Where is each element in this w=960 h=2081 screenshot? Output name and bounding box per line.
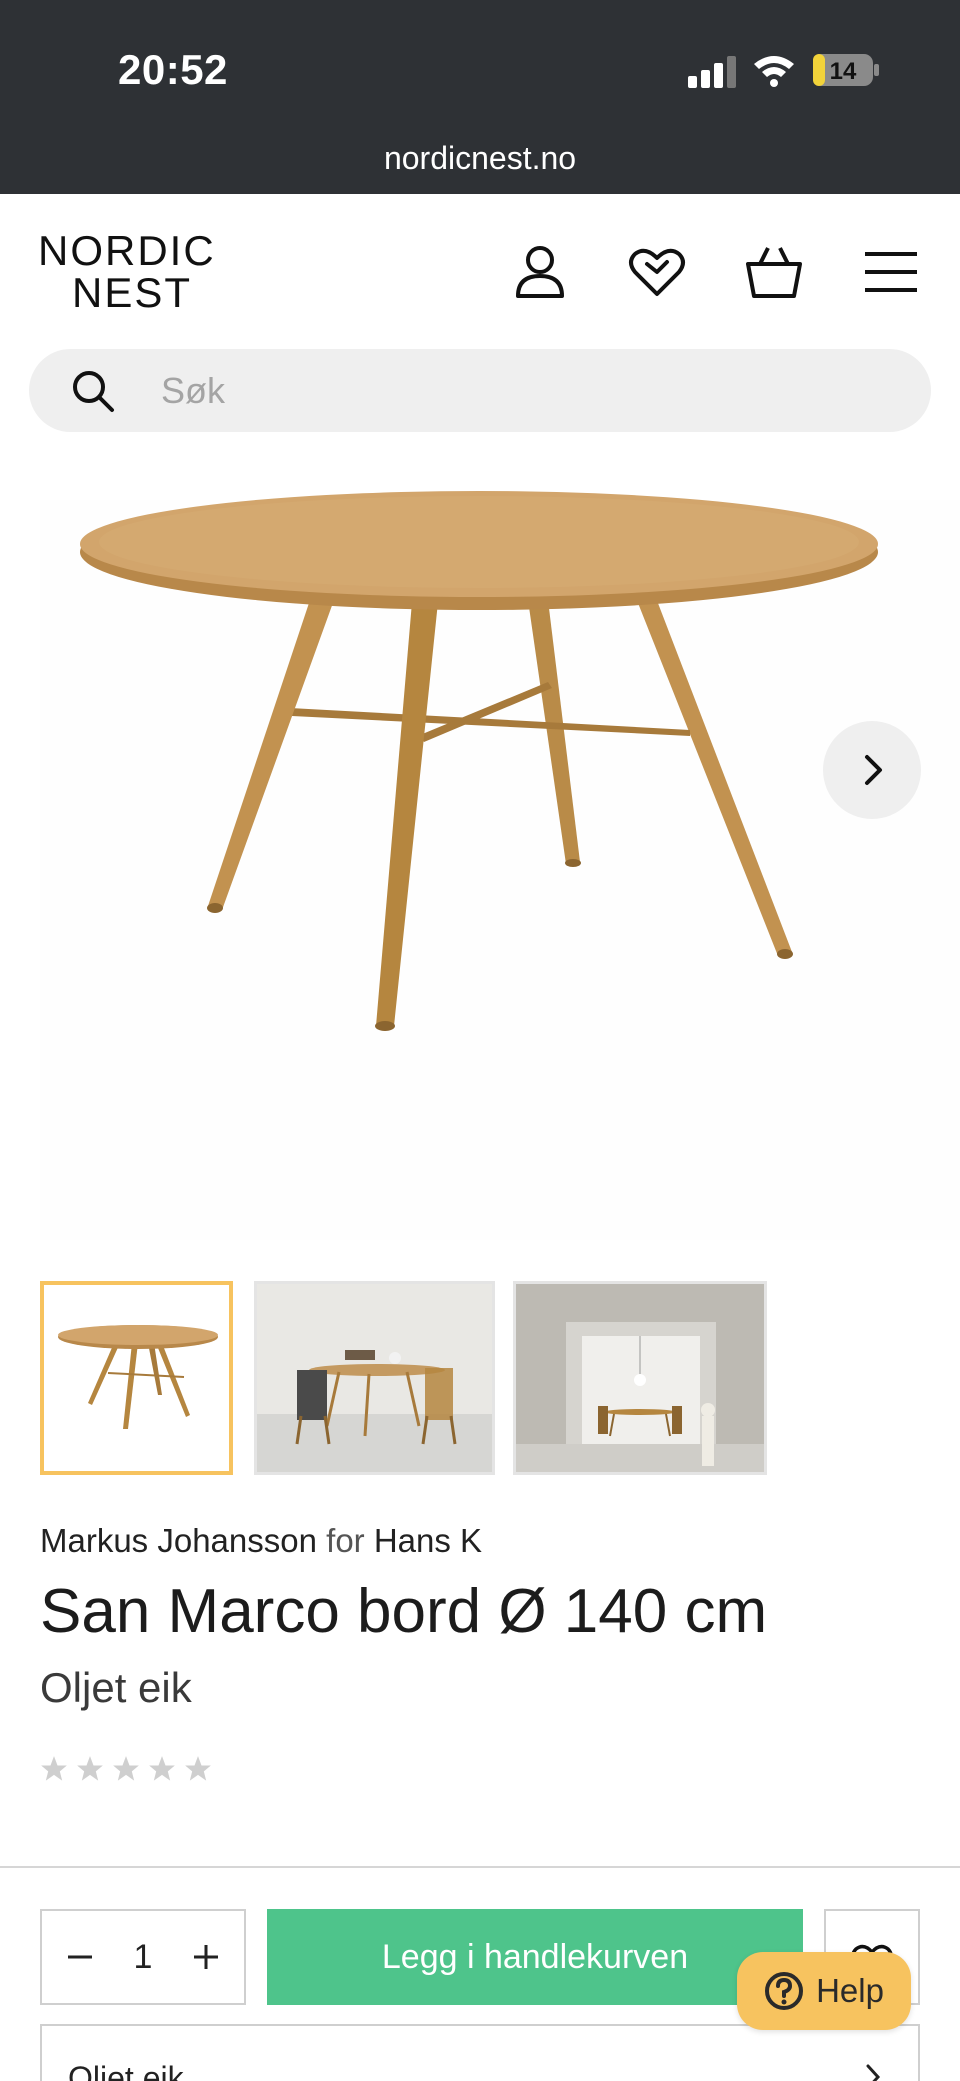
quantity-value[interactable]: 1 <box>134 1938 153 1977</box>
thumbnail-3[interactable] <box>513 1281 767 1475</box>
help-label: Help <box>816 1972 884 2009</box>
star-icon <box>185 1756 211 1781</box>
logo-line-2: NEST <box>72 269 193 316</box>
plus-icon <box>193 1945 218 1969</box>
add-to-cart-button[interactable]: Legg i handlekurven <box>267 1909 803 2005</box>
table-image <box>40 491 960 1240</box>
basket-icon[interactable] <box>744 242 804 302</box>
product-variant: Oljet eik <box>40 1664 192 1711</box>
search-icon[interactable] <box>71 369 115 413</box>
help-button[interactable]: Help <box>737 1952 911 2030</box>
signal-icon <box>688 56 736 88</box>
next-image-button[interactable] <box>823 721 921 819</box>
search-input[interactable] <box>161 363 881 419</box>
thumbnail-1[interactable] <box>40 1281 233 1475</box>
product-brand: Markus Johansson for Hans K <box>40 1522 482 1560</box>
star-icon <box>41 1756 67 1781</box>
designer-link[interactable]: Markus Johansson <box>40 1522 317 1559</box>
menu-icon[interactable] <box>861 242 921 302</box>
minus-icon <box>68 1955 92 1959</box>
product-image[interactable] <box>0 470 960 1240</box>
quantity-stepper[interactable]: 1 <box>40 1909 246 2005</box>
product-title: San Marco bord Ø 140 cm <box>40 1577 768 1646</box>
thumbnail-table-image <box>44 1285 229 1471</box>
chevron-right-icon <box>866 2064 881 2081</box>
battery-level: 14 <box>830 58 857 85</box>
logo-line-1: NORDIC <box>38 227 216 274</box>
increase-quantity-button[interactable] <box>188 1939 224 1975</box>
star-icon <box>149 1756 175 1781</box>
manufacturer-link[interactable]: Hans K <box>374 1522 482 1559</box>
star-icon <box>113 1756 139 1781</box>
decrease-quantity-button[interactable] <box>62 1939 98 1975</box>
user-icon[interactable] <box>510 242 570 302</box>
thumbnail-room-image <box>516 1284 764 1472</box>
search-bar[interactable] <box>29 349 931 432</box>
wifi-icon <box>754 56 794 87</box>
variant-selector-label: Oljet eik <box>68 2060 184 2081</box>
variant-selector[interactable]: Oljet eik <box>40 2024 920 2081</box>
site-header: NORDIC NEST <box>0 194 960 344</box>
brand-for-text: for <box>326 1522 365 1559</box>
thumbnail-2[interactable] <box>254 1281 495 1475</box>
chevron-right-icon <box>865 755 882 785</box>
heart-icon[interactable] <box>627 242 687 302</box>
battery-icon: 14 <box>812 53 880 87</box>
thumbnail-dining-image <box>257 1284 492 1472</box>
section-divider <box>0 1866 960 1868</box>
status-bar: 20:52 14 nordicnest.no <box>0 0 960 194</box>
url-bar[interactable]: nordicnest.no <box>0 140 960 177</box>
status-time: 20:52 <box>118 46 228 93</box>
star-icon <box>77 1756 103 1781</box>
question-icon <box>765 1972 804 2010</box>
logo[interactable]: NORDIC NEST <box>38 230 228 314</box>
rating-stars[interactable] <box>40 1755 212 1783</box>
